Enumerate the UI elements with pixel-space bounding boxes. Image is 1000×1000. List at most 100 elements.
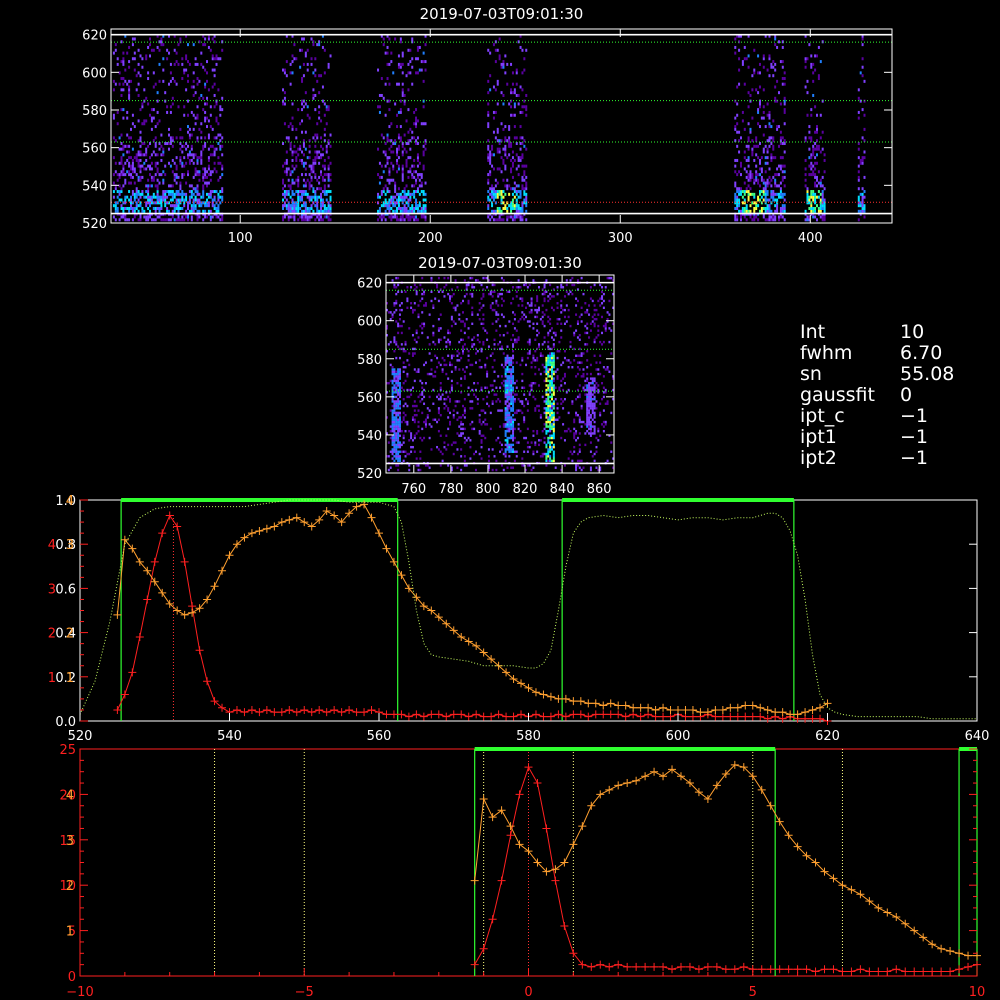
raster-cell [523, 187, 526, 191]
raster-cell [776, 173, 779, 177]
raster-cell [493, 283, 496, 287]
raster-cell [508, 425, 511, 428]
raster-cell [745, 206, 748, 210]
raster-cell [739, 136, 742, 140]
raster-cell [436, 445, 439, 449]
raster-cell [576, 372, 579, 376]
raster-cell [426, 336, 429, 339]
raster-cell [753, 195, 756, 199]
y-tick-label: 600 [357, 315, 382, 330]
raster-cell [487, 206, 490, 210]
raster-cell [171, 102, 174, 106]
raster-cell [776, 198, 779, 202]
raster-cell [393, 350, 396, 353]
raster-cell [508, 381, 511, 385]
raster-cell [439, 386, 442, 389]
raster-cell [204, 173, 207, 177]
raster-cell [393, 450, 396, 453]
raster-cell [757, 173, 760, 177]
raster-cell [569, 324, 572, 328]
raster-cell [291, 192, 294, 196]
raster-cell [519, 136, 522, 140]
raster-cell [768, 181, 771, 185]
raster-cell [168, 218, 171, 222]
x-tick-label: 760 [401, 482, 426, 497]
raster-cell [734, 125, 737, 129]
raster-cell [499, 441, 502, 444]
raster-cell [736, 102, 739, 106]
raster-cell [135, 192, 138, 196]
raster-cell [588, 386, 591, 389]
raster-cell [202, 108, 205, 112]
raster-cell [804, 136, 807, 140]
raster-cell [508, 127, 511, 131]
raster-cell [471, 313, 474, 316]
raster-cell [437, 411, 440, 415]
raster-cell [525, 397, 528, 401]
raster-cell [489, 88, 492, 92]
raster-cell [285, 150, 288, 154]
raster-cell [413, 338, 416, 341]
raster-cell [149, 173, 152, 177]
raster-cell [417, 420, 420, 424]
raster-cell [389, 311, 392, 314]
raster-cell [130, 175, 133, 179]
raster-cell [200, 156, 203, 160]
raster-cell [430, 290, 433, 294]
raster-cell [306, 48, 309, 52]
raster-cell [304, 91, 307, 95]
raster-cell [162, 147, 165, 151]
raster-cell [597, 427, 600, 431]
raster-cell [397, 133, 400, 137]
raster-cell [202, 65, 205, 69]
raster-cell [437, 340, 440, 344]
raster-cell [329, 206, 332, 210]
raster-cell [314, 156, 317, 160]
raster-cell [206, 60, 209, 64]
raster-cell [410, 436, 413, 440]
raster-cell [521, 464, 524, 467]
raster-cell [158, 62, 161, 66]
raster-cell [443, 407, 446, 410]
raster-cell [316, 150, 319, 154]
raster-cell [397, 432, 400, 435]
raster-cell [779, 206, 782, 210]
raster-cell [122, 167, 125, 171]
raster-cell [183, 173, 186, 177]
raster-cell [755, 144, 758, 148]
raster-cell [128, 91, 131, 95]
raster-cell [462, 423, 464, 426]
raster-cell [534, 407, 537, 410]
raster-cell [534, 350, 537, 353]
raster-cell [166, 110, 169, 114]
raster-cell [506, 331, 509, 335]
raster-cell [207, 209, 210, 213]
raster-cell [462, 432, 464, 435]
raster-cell [511, 113, 514, 117]
raster-cell [508, 356, 511, 360]
raster-cell [164, 190, 167, 194]
raster-cell [515, 190, 518, 194]
raster-cell [301, 48, 304, 52]
raster-cell [817, 74, 820, 78]
raster-cell [449, 295, 452, 298]
raster-cell [287, 167, 290, 171]
raster-cell [806, 91, 809, 95]
raster-cell [532, 381, 535, 385]
raster-cell [556, 377, 559, 380]
raster-cell [403, 192, 406, 196]
raster-cell [116, 57, 119, 61]
data-point [367, 705, 376, 714]
raster-cell [426, 416, 429, 419]
raster-cell [443, 402, 446, 405]
raster-cell [604, 423, 607, 426]
raster-cell [580, 352, 583, 355]
raster-cell [391, 448, 394, 451]
raster-cell [443, 397, 446, 401]
raster-cell [743, 192, 746, 196]
raster-cell [502, 425, 505, 428]
raster-cell [500, 62, 503, 66]
raster-cell [213, 82, 216, 86]
raster-cell [543, 452, 546, 456]
raster-cell [380, 218, 383, 222]
